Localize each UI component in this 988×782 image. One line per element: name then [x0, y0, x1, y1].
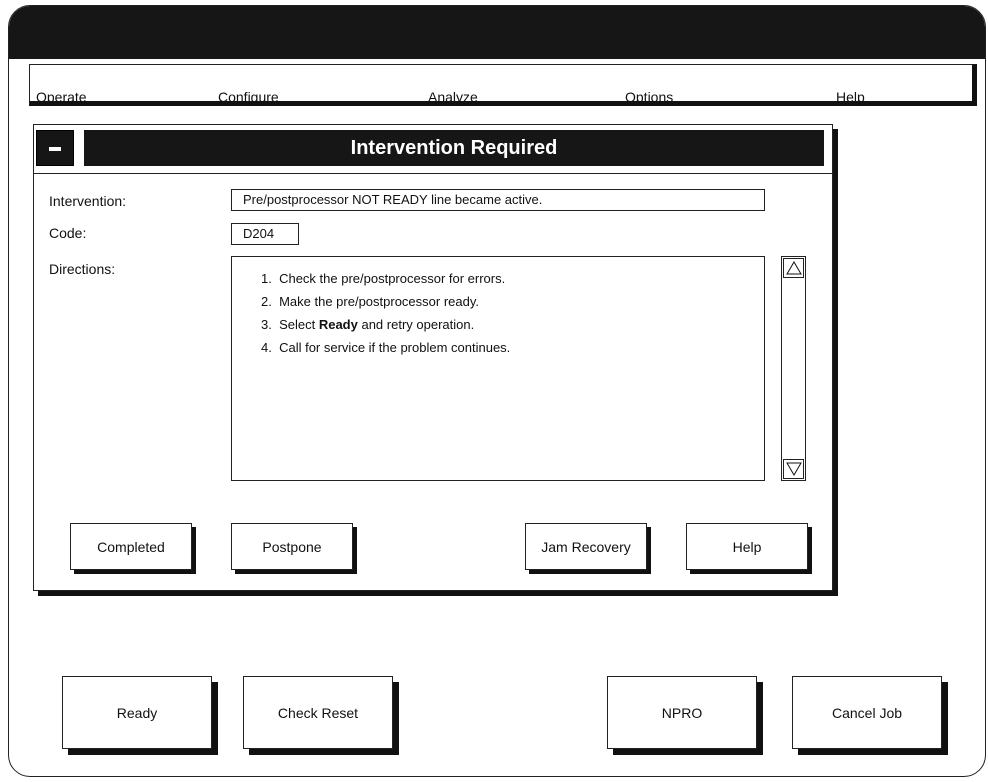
dialog-divider [34, 173, 834, 174]
direction-bold-text: Ready [318, 317, 358, 332]
direction-text: Call for service if the problem continue… [279, 340, 511, 355]
dialog-title: Intervention Required [84, 130, 824, 166]
direction-text-end: and retry operation. [357, 317, 475, 332]
direction-item: 3. Select Ready and retry operation. [259, 317, 764, 332]
menu-operate[interactable]: Operate [36, 89, 87, 105]
menu-help[interactable]: Help [836, 89, 865, 105]
minus-icon [49, 147, 61, 151]
direction-number: 1. [261, 271, 272, 286]
direction-text: Select [279, 317, 319, 332]
check-reset-button[interactable]: Check Reset [243, 676, 393, 749]
intervention-dialog: Intervention Required Intervention: Pre/… [33, 124, 834, 591]
direction-text: Make the pre/postprocessor ready. [279, 294, 479, 309]
title-bar [9, 6, 985, 59]
triangle-down-icon [785, 462, 802, 476]
menu-bar: Operate Configure Analyze Options Help [29, 64, 977, 106]
code-label: Code: [49, 225, 87, 241]
scroll-down-button[interactable] [783, 459, 804, 479]
intervention-field: Pre/postprocessor NOT READY line became … [231, 189, 765, 211]
triangle-up-icon [785, 261, 802, 275]
ready-button[interactable]: Ready [62, 676, 212, 749]
application-window: Operate Configure Analyze Options Help I… [8, 5, 986, 777]
intervention-label: Intervention: [49, 193, 127, 209]
directions-label: Directions: [49, 261, 116, 277]
dialog-close-button[interactable] [36, 130, 74, 166]
completed-button[interactable]: Completed [70, 523, 192, 570]
menu-analyze[interactable]: Analyze [428, 89, 478, 105]
direction-item: 1. Check the pre/postprocessor for error… [259, 271, 764, 286]
code-field: D204 [231, 223, 299, 245]
directions-box: 1. Check the pre/postprocessor for error… [231, 256, 765, 481]
direction-number: 4. [261, 340, 272, 355]
directions-scrollbar[interactable] [781, 256, 806, 481]
direction-number: 3. [261, 317, 272, 332]
jam-recovery-button[interactable]: Jam Recovery [525, 523, 647, 570]
menu-configure[interactable]: Configure [218, 89, 279, 105]
npro-button[interactable]: NPRO [607, 676, 757, 749]
postpone-button[interactable]: Postpone [231, 523, 353, 570]
cancel-job-button[interactable]: Cancel Job [792, 676, 942, 749]
menu-options[interactable]: Options [625, 89, 673, 105]
direction-text: Check the pre/postprocessor for errors. [279, 271, 506, 286]
direction-number: 2. [261, 294, 272, 309]
direction-item: 4. Call for service if the problem conti… [259, 340, 764, 355]
direction-item: 2. Make the pre/postprocessor ready. [259, 294, 764, 309]
scroll-up-button[interactable] [783, 258, 804, 278]
dialog-help-button[interactable]: Help [686, 523, 808, 570]
